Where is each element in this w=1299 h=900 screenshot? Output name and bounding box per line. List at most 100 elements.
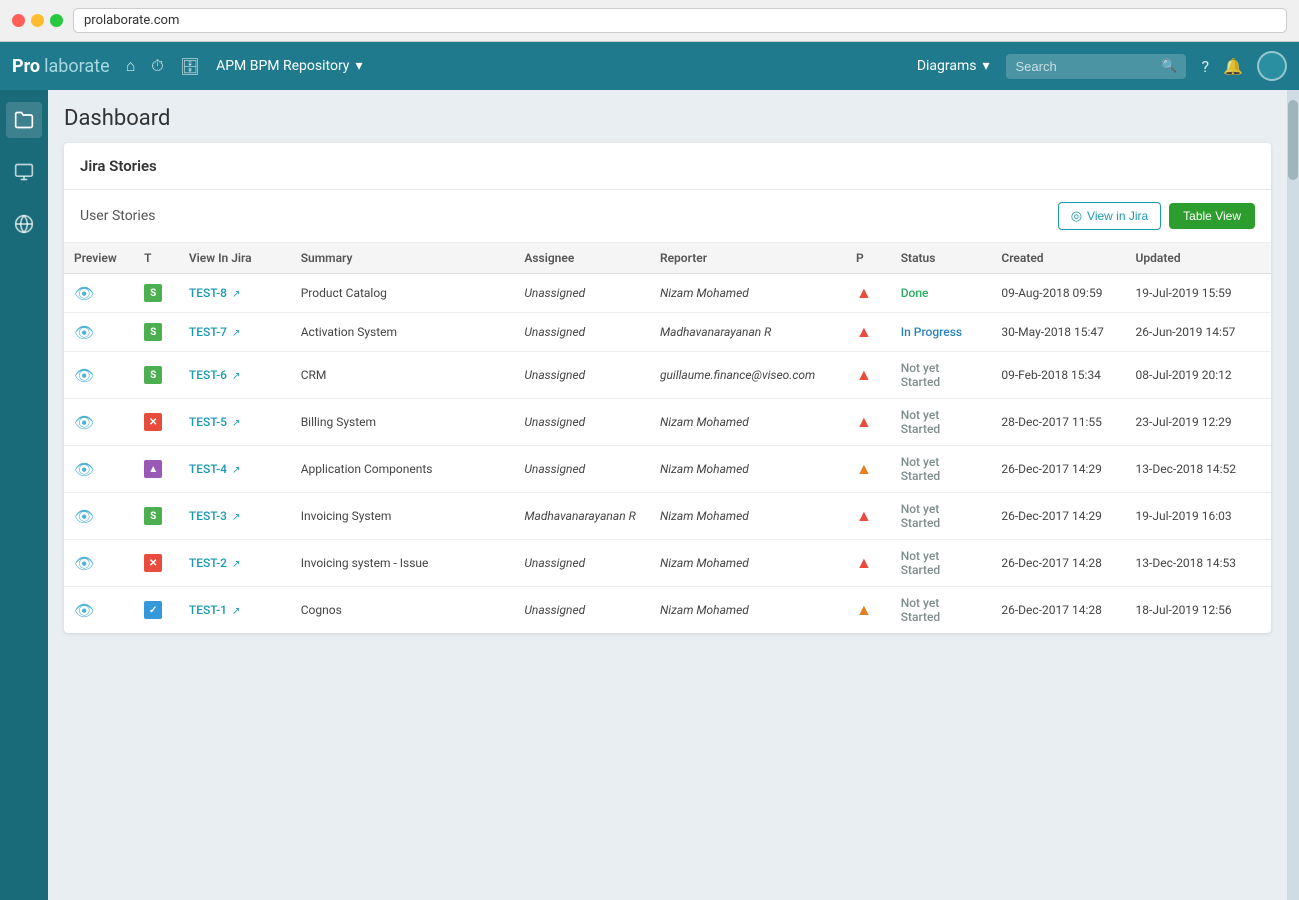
preview-eye-icon[interactable]: 👁 [74,366,94,385]
cell-priority: ▲ [846,587,891,634]
cell-priority: ▲ [846,446,891,493]
preview-eye-icon[interactable]: 👁 [74,413,94,432]
cell-priority: ▲ [846,493,891,540]
cell-created: 28-Dec-2017 11:55 [991,399,1125,446]
cell-created: 26-Dec-2017 14:28 [991,587,1125,634]
type-badge: ✕ [144,413,162,431]
search-input[interactable] [1006,54,1186,79]
jira-id-link[interactable]: TEST-2 ↗ [189,556,241,570]
cell-reporter: Nizam Mohamed [650,274,846,313]
col-header-priority: P [846,243,891,274]
external-link-icon: ↗ [232,606,240,617]
left-sidebar [0,90,48,900]
col-header-summary: Summary [291,243,515,274]
type-badge: S [144,366,162,384]
jira-id-link[interactable]: TEST-1 ↗ [189,603,241,617]
cell-type: S [134,352,179,399]
external-link-icon: ↗ [232,465,240,476]
cell-updated: 26-Jun-2019 14:57 [1126,313,1271,352]
jira-id-link[interactable]: TEST-7 ↗ [189,325,241,339]
cell-assignee: Unassigned [514,587,650,634]
cell-status: Not yet Started [891,493,992,540]
close-button[interactable] [12,14,25,27]
cell-created: 09-Aug-2018 09:59 [991,274,1125,313]
sidebar-item-monitor[interactable] [6,154,42,190]
preview-eye-icon[interactable]: 👁 [74,284,94,303]
cell-assignee: Unassigned [514,274,650,313]
cell-summary: Billing System [291,399,515,446]
jira-id-link[interactable]: TEST-5 ↗ [189,415,241,429]
app-name[interactable]: APM BPM Repository ▾ [216,58,362,74]
status-badge: Not yet Started [901,549,940,577]
app-name-label: APM BPM Repository [216,58,349,74]
diagrams-menu[interactable]: Diagrams ▾ [917,58,990,74]
sidebar-item-folder[interactable] [6,102,42,138]
cell-jira-link: TEST-8 ↗ [179,274,291,313]
jira-id-link[interactable]: TEST-3 ↗ [189,509,241,523]
cell-created: 09-Feb-2018 15:34 [991,352,1125,399]
cell-assignee: Madhavanarayanan R [514,493,650,540]
status-badge: In Progress [901,325,962,339]
table-row: 👁 ▲ TEST-4 ↗ Application Components Unas… [64,446,1271,493]
cell-type: ✓ [134,587,179,634]
table-view-button[interactable]: Table View [1169,203,1255,229]
type-badge: S [144,323,162,341]
col-header-preview: Preview [64,243,134,274]
cell-jira-link: TEST-3 ↗ [179,493,291,540]
col-header-assignee: Assignee [514,243,650,274]
avatar[interactable] [1257,51,1287,81]
cell-status: In Progress [891,313,992,352]
preview-eye-icon[interactable]: 👁 [74,460,94,479]
notifications-icon[interactable]: 🔔 [1223,57,1243,76]
table-row: 👁 S TEST-8 ↗ Product Catalog Unassigned … [64,274,1271,313]
user-stories-header: User Stories ◎ View in Jira Table View [64,190,1271,243]
cell-created: 30-May-2018 15:47 [991,313,1125,352]
help-icon[interactable]: ? [1202,57,1210,76]
history-icon[interactable]: ⏱ [151,56,163,76]
type-badge: S [144,507,162,525]
cell-reporter: Madhavanarayanan R [650,313,846,352]
scrollbar-thumb[interactable] [1288,100,1298,180]
scrollbar-track[interactable] [1287,90,1299,900]
preview-eye-icon[interactable]: 👁 [74,323,94,342]
jira-id-link[interactable]: TEST-4 ↗ [189,462,241,476]
preview-eye-icon[interactable]: 👁 [74,601,94,620]
database-icon[interactable]: 🗄 [180,57,200,76]
traffic-lights [12,14,63,27]
cell-jira-link: TEST-1 ↗ [179,587,291,634]
cell-created: 26-Dec-2017 14:29 [991,446,1125,493]
home-icon[interactable]: ⌂ [126,56,136,76]
status-badge: Not yet Started [901,408,940,436]
external-link-icon: ↗ [232,328,240,339]
cell-preview: 👁 [64,313,134,352]
cell-jira-link: TEST-7 ↗ [179,313,291,352]
maximize-button[interactable] [50,14,63,27]
status-badge: Not yet Started [901,502,940,530]
cell-preview: 👁 [64,540,134,587]
view-in-jira-button[interactable]: ◎ View in Jira [1058,202,1161,230]
content-area: Dashboard Jira Stories User Stories ◎ Vi… [48,90,1287,900]
minimize-button[interactable] [31,14,44,27]
cell-jira-link: TEST-4 ↗ [179,446,291,493]
logo-laborate: laborate [44,56,110,77]
app-chevron-icon: ▾ [355,58,362,74]
preview-eye-icon[interactable]: 👁 [74,554,94,573]
cell-jira-link: TEST-2 ↗ [179,540,291,587]
cell-reporter: Nizam Mohamed [650,399,846,446]
jira-id-link[interactable]: TEST-6 ↗ [189,368,241,382]
cell-priority: ▲ [846,313,891,352]
cell-updated: 13-Dec-2018 14:52 [1126,446,1271,493]
cell-priority: ▲ [846,352,891,399]
logo-pro: Pro [12,56,40,77]
address-bar[interactable]: prolaborate.com [73,8,1287,33]
top-nav: Prolaborate ⌂ ⏱ 🗄 APM BPM Repository ▾ D… [0,42,1299,90]
type-badge: ✕ [144,554,162,572]
cell-preview: 👁 [64,352,134,399]
sidebar-item-globe[interactable] [6,206,42,242]
table-row: 👁 ✕ TEST-5 ↗ Billing System Unassigned N… [64,399,1271,446]
cell-updated: 19-Jul-2019 15:59 [1126,274,1271,313]
preview-eye-icon[interactable]: 👁 [74,507,94,526]
cell-created: 26-Dec-2017 14:28 [991,540,1125,587]
jira-id-link[interactable]: TEST-8 ↗ [189,286,241,300]
diagrams-label: Diagrams [917,58,977,74]
